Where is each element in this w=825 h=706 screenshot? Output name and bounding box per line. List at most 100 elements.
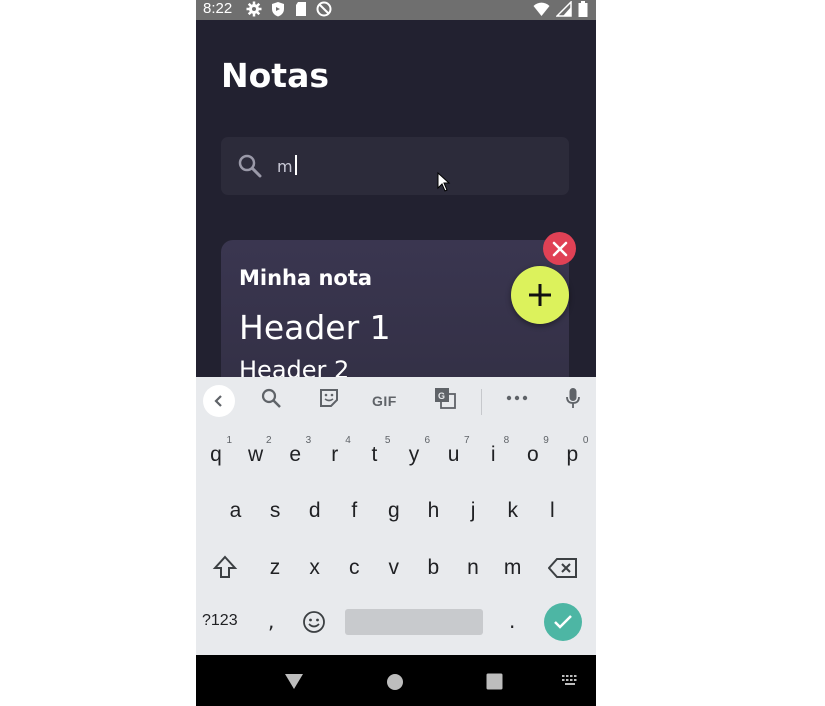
key-q[interactable]: q1	[196, 435, 236, 467]
delete-note-button[interactable]	[543, 232, 576, 265]
key-u[interactable]: u7	[434, 435, 474, 467]
key-k[interactable]: k	[493, 499, 533, 523]
key-a[interactable]: a	[216, 499, 256, 523]
search-bar[interactable]	[221, 137, 569, 195]
key-label: k	[507, 499, 518, 522]
sticker-button[interactable]	[318, 387, 340, 409]
shift-key[interactable]	[212, 554, 238, 584]
note-header-1: Header 1	[239, 308, 391, 347]
period-key[interactable]: .	[509, 609, 515, 633]
key-number-hint: 7	[464, 435, 470, 446]
mouse-cursor-icon	[437, 172, 451, 192]
search-icon	[261, 388, 281, 408]
key-number-hint: 1	[226, 435, 232, 446]
key-m[interactable]: m	[493, 556, 533, 580]
key-t[interactable]: t5	[354, 435, 394, 467]
key-b[interactable]: b	[413, 556, 453, 580]
key-label: r	[331, 443, 339, 466]
key-j[interactable]: j	[453, 499, 493, 523]
key-g[interactable]: g	[374, 499, 414, 523]
at-sign-icon	[316, 1, 332, 17]
text-caret	[295, 155, 297, 175]
gif-button[interactable]: GIF	[372, 393, 397, 409]
key-label: m	[503, 556, 522, 579]
key-v[interactable]: v	[374, 556, 414, 580]
emoji-key[interactable]	[302, 610, 326, 638]
status-time: 8:22	[203, 0, 233, 17]
navigation-bar	[196, 655, 596, 706]
key-number-hint: 6	[424, 435, 430, 446]
key-c[interactable]: c	[334, 556, 374, 580]
key-number-hint: 3	[305, 435, 312, 446]
gif-label: GIF	[372, 393, 397, 409]
key-z[interactable]: z	[255, 556, 295, 580]
soft-keyboard: GIF G q1w2e3r4t5y6u7i8o9p0 asdfghjkl zxc…	[196, 377, 596, 655]
key-label: d	[308, 499, 321, 522]
key-p[interactable]: p0	[552, 435, 592, 467]
key-label: w	[248, 443, 264, 466]
key-x[interactable]: x	[295, 556, 335, 580]
key-label: v	[388, 556, 400, 579]
battery-icon	[578, 1, 588, 17]
key-w[interactable]: w2	[236, 435, 276, 467]
comma-key[interactable]: ,	[268, 609, 274, 633]
symbols-key[interactable]: ?123	[202, 612, 238, 630]
microphone-icon	[566, 388, 580, 408]
key-y[interactable]: y6	[394, 435, 434, 467]
nav-recents-icon[interactable]	[486, 673, 503, 690]
key-label: l	[549, 499, 555, 522]
translate-button[interactable]: G	[434, 387, 456, 409]
plus-icon	[529, 284, 551, 306]
key-label: a	[229, 499, 242, 522]
chevron-left-icon	[214, 395, 222, 407]
search-input[interactable]	[277, 154, 517, 178]
shift-icon	[212, 555, 238, 578]
svg-text:G: G	[438, 391, 445, 401]
key-f[interactable]: f	[334, 499, 374, 523]
key-i[interactable]: i8	[473, 435, 513, 467]
key-label: h	[427, 499, 440, 522]
key-label: j	[470, 499, 476, 522]
voice-input-button[interactable]	[565, 387, 581, 409]
translate-icon: G	[435, 388, 456, 409]
keyboard-switch-icon[interactable]	[562, 675, 580, 687]
key-s[interactable]: s	[255, 499, 295, 523]
key-d[interactable]: d	[295, 499, 335, 523]
nav-back-icon[interactable]	[284, 673, 304, 690]
more-options-button[interactable]	[506, 395, 528, 401]
key-label: b	[427, 556, 440, 579]
phone-screen: 8:22 Notas Minha nota Header 1 Header 2	[196, 0, 596, 706]
key-number-hint: 2	[266, 435, 272, 446]
key-number-hint: 8	[503, 435, 510, 446]
key-label: y	[408, 443, 420, 466]
key-label: n	[467, 556, 479, 579]
sd-card-icon	[296, 2, 306, 16]
add-note-button[interactable]	[511, 266, 569, 324]
key-label: s	[269, 499, 281, 522]
enter-key[interactable]	[544, 603, 582, 641]
backspace-key[interactable]	[547, 557, 578, 583]
key-h[interactable]: h	[414, 499, 454, 523]
sticker-icon	[320, 389, 338, 407]
page-title: Notas	[221, 56, 329, 95]
key-label: c	[348, 556, 360, 579]
key-label: q	[210, 443, 222, 466]
key-n[interactable]: n	[453, 556, 493, 580]
key-label: e	[289, 443, 302, 466]
nav-home-icon[interactable]	[386, 673, 404, 691]
key-o[interactable]: o9	[513, 435, 553, 467]
wifi-icon	[533, 2, 550, 16]
key-e[interactable]: e3	[275, 435, 315, 467]
key-r[interactable]: r4	[315, 435, 355, 467]
keyboard-toolbar: GIF G	[196, 377, 596, 426]
space-key[interactable]	[345, 609, 483, 635]
shield-icon	[272, 2, 284, 17]
signal-icon	[556, 1, 572, 17]
key-label: i	[490, 443, 496, 466]
key-number-hint: 0	[582, 435, 589, 446]
key-label: z	[269, 556, 281, 579]
key-l[interactable]: l	[532, 499, 572, 523]
keyboard-back-button[interactable]	[203, 385, 235, 417]
status-bar: 8:22	[196, 0, 596, 20]
keyboard-search-button[interactable]	[260, 387, 282, 409]
